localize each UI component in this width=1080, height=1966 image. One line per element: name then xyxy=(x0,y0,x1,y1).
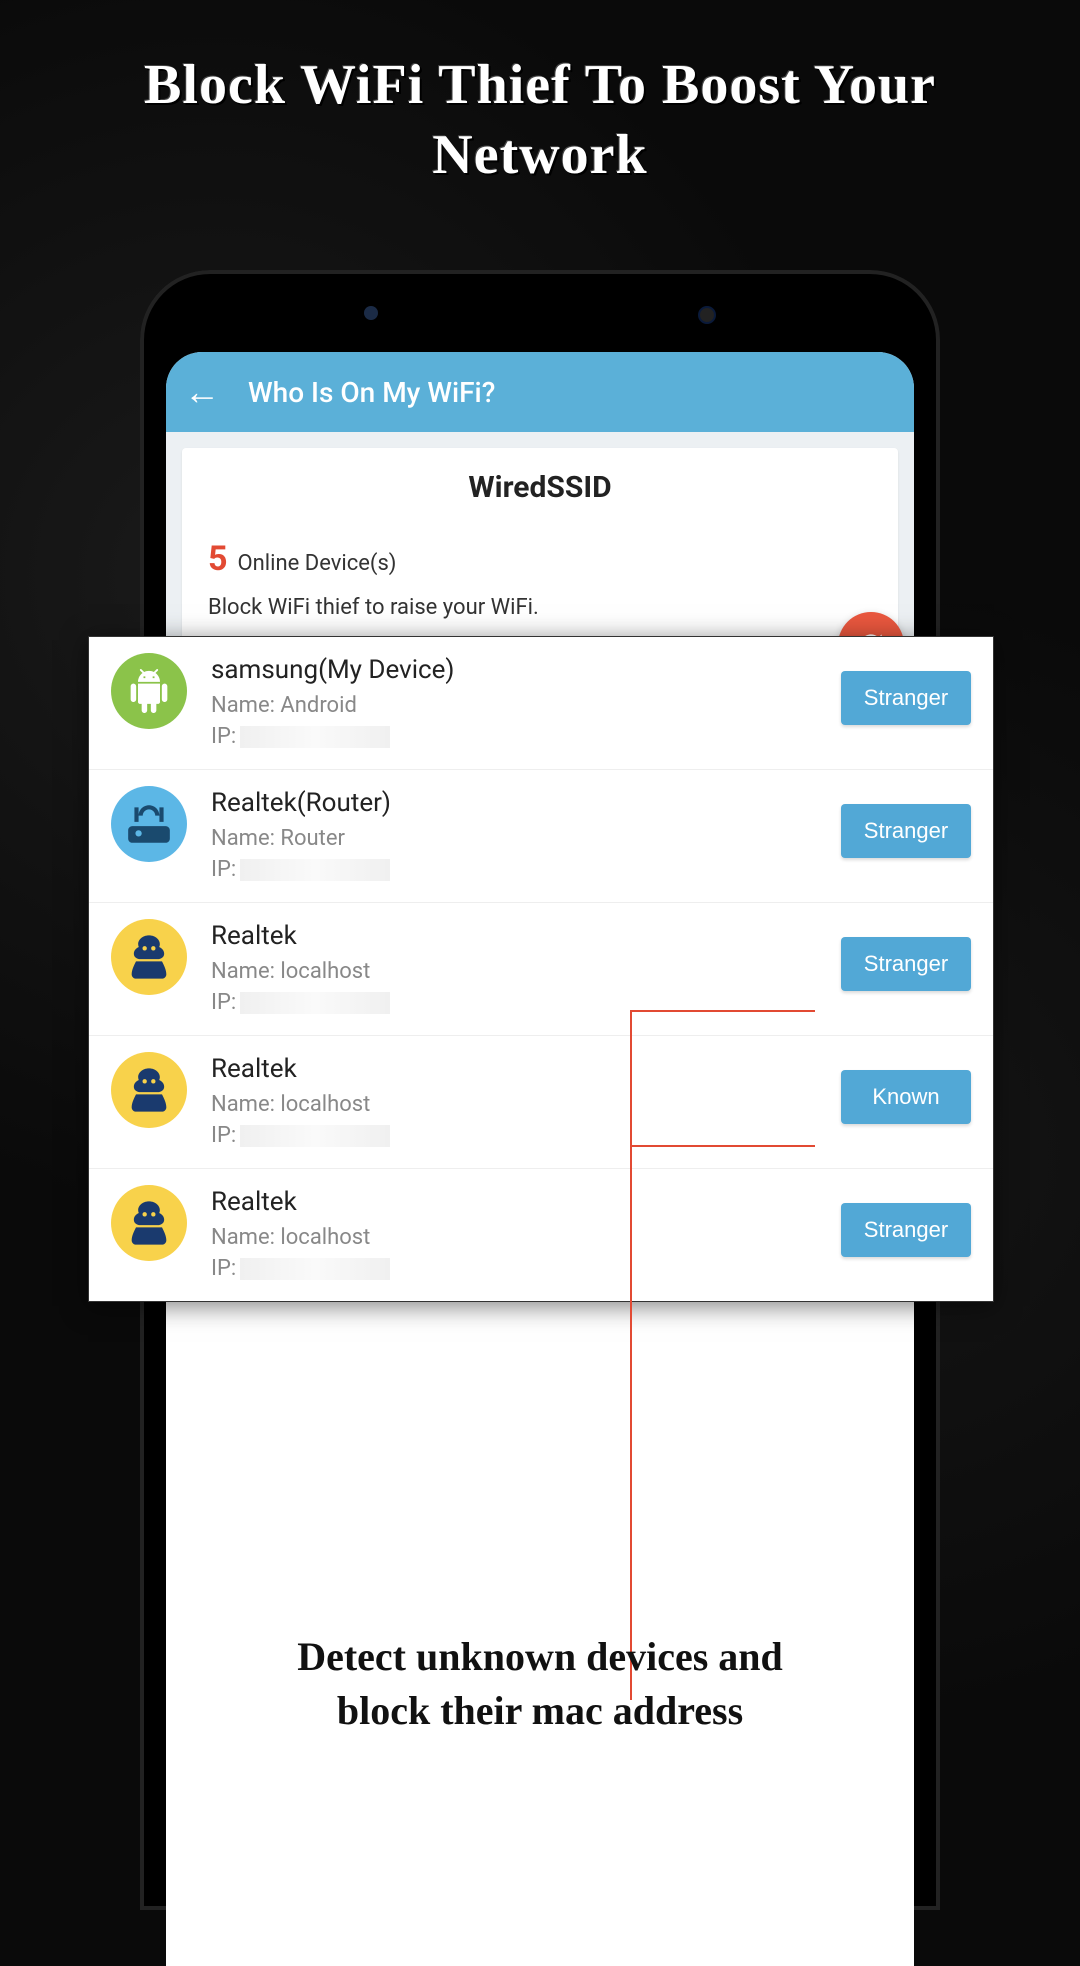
device-status-button[interactable]: Stranger xyxy=(841,1203,971,1257)
device-ip: IP: xyxy=(211,724,841,749)
device-row[interactable]: samsung(My Device) Name: Android IP:Strang… xyxy=(89,637,993,770)
router-icon xyxy=(111,786,187,862)
promo-caption-line1: Detect unknown devices and xyxy=(297,1634,783,1679)
device-row[interactable]: Realtek Name: localhost IP:Known xyxy=(89,1036,993,1169)
device-status-button[interactable]: Known xyxy=(841,1070,971,1124)
network-summary-card: WiredSSID 5 Online Device(s) Block WiFi … xyxy=(182,448,898,644)
device-title: Realtek xyxy=(211,1187,841,1217)
stranger-icon xyxy=(111,1052,187,1128)
device-ip: IP: xyxy=(211,1256,841,1281)
device-list: samsung(My Device)Name: AndroidIP:Strang… xyxy=(88,636,994,1302)
online-count: 5 xyxy=(208,539,228,579)
device-info: Realtek(Router) Name: Router IP: xyxy=(211,786,841,888)
device-ip: IP: xyxy=(211,990,841,1015)
device-row[interactable]: Realtek(Router) Name: Router IP:Stranger xyxy=(89,770,993,903)
device-row[interactable]: Realtek Name: localhost IP:Stranger xyxy=(89,903,993,1036)
app-bar: ← Who Is On My WiFi? xyxy=(166,352,914,432)
online-count-label: Online Device(s) xyxy=(238,551,397,576)
device-title: samsung(My Device) xyxy=(211,655,841,685)
device-row[interactable]: Realtek Name: localhost IP:Stranger xyxy=(89,1169,993,1301)
promo-headline-line2: Network xyxy=(432,124,647,186)
stranger-icon xyxy=(111,1185,187,1261)
ip-redacted xyxy=(240,726,390,748)
device-title: Realtek xyxy=(211,921,841,951)
summary-subtext: Block WiFi thief to raise your WiFi. xyxy=(208,595,872,620)
device-status-button[interactable]: Stranger xyxy=(841,937,971,991)
device-status-button[interactable]: Stranger xyxy=(841,804,971,858)
ip-redacted xyxy=(240,859,390,881)
device-name: Name: localhost xyxy=(211,959,841,984)
ip-redacted xyxy=(240,1125,390,1147)
ip-redacted xyxy=(240,992,390,1014)
app-title: Who Is On My WiFi? xyxy=(248,376,495,409)
device-info: Realtek Name: localhost IP: xyxy=(211,1185,841,1287)
device-info: Realtek Name: localhost IP: xyxy=(211,919,841,1021)
device-title: Realtek(Router) xyxy=(211,788,841,818)
device-ip: IP: xyxy=(211,1123,841,1148)
promo-caption: Detect unknown devices and block their m… xyxy=(140,1630,940,1738)
device-name: Name: localhost xyxy=(211,1092,841,1117)
device-ip: IP: xyxy=(211,857,841,882)
online-count-row: 5 Online Device(s) xyxy=(208,539,872,579)
ip-redacted xyxy=(240,1258,390,1280)
device-name: Name: Android xyxy=(211,693,841,718)
ssid-label: WiredSSID xyxy=(208,470,872,505)
android-icon xyxy=(111,653,187,729)
promo-headline: Block WiFi Thief To Boost Your Network xyxy=(0,50,1080,190)
device-name: Name: localhost xyxy=(211,1225,841,1250)
device-name: Name: Router xyxy=(211,826,841,851)
back-arrow-icon[interactable]: ← xyxy=(184,371,220,413)
device-info: Realtek Name: localhost IP: xyxy=(211,1052,841,1154)
proximity-sensor-icon xyxy=(364,306,378,320)
device-title: Realtek xyxy=(211,1054,841,1084)
promo-headline-line1: Block WiFi Thief To Boost Your xyxy=(144,54,936,116)
promo-caption-line2: block their mac address xyxy=(337,1688,743,1733)
stranger-icon xyxy=(111,919,187,995)
phone-sensors xyxy=(140,306,940,326)
device-info: samsung(My Device) Name: Android IP: xyxy=(211,653,841,755)
device-status-button[interactable]: Stranger xyxy=(841,671,971,725)
front-camera-icon xyxy=(698,306,716,324)
